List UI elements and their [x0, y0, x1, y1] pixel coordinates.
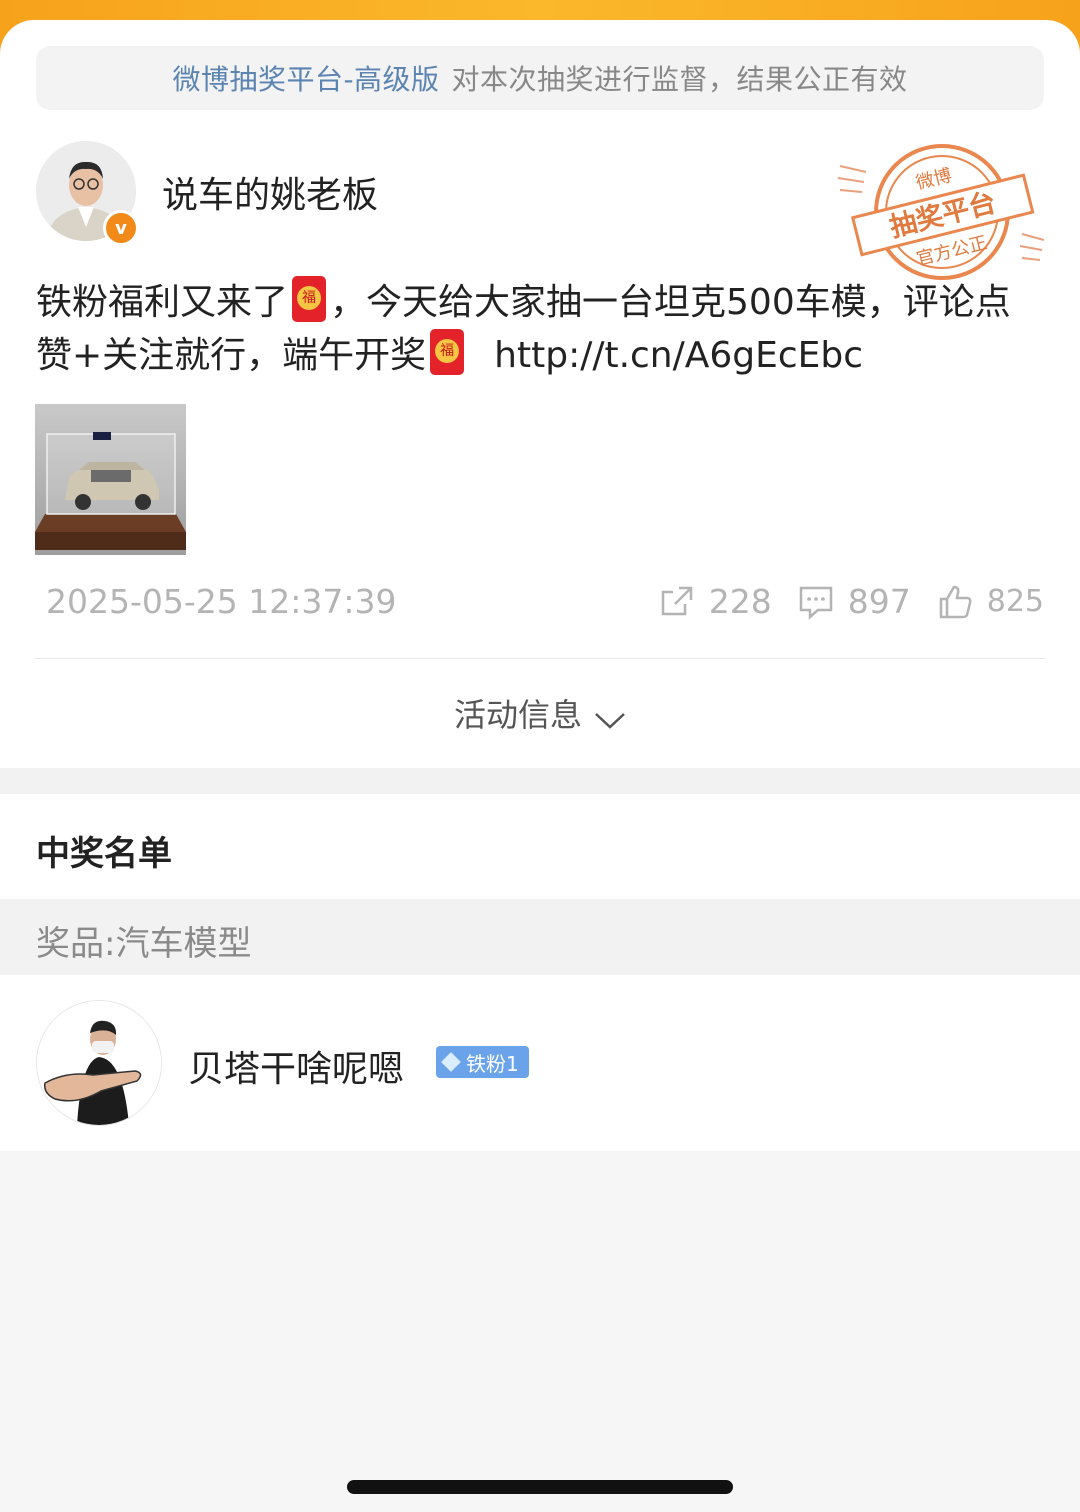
- repost-count[interactable]: 228: [709, 582, 772, 621]
- chevron-down-icon: [595, 713, 625, 729]
- winner-row[interactable]: [0, 975, 1080, 1151]
- like-icon[interactable]: [937, 584, 973, 620]
- winners-title: 中奖名单: [36, 834, 172, 874]
- stamp-top-text: 微博: [914, 165, 954, 194]
- post-link[interactable]: http://t.cn/A6gEcEbc: [494, 335, 863, 376]
- post-text: 铁粉福利又来了，今天给大家抽一台坦克500车模，评论点赞+关注就行，端午开奖ht…: [36, 276, 1046, 382]
- post-card: [0, 20, 1080, 768]
- lottery-notice: 微博抽奖平台-高级版 对本次抽奖进行监督，结果公正有效: [36, 46, 1044, 110]
- red-envelope-icon: [430, 329, 465, 375]
- post-timestamp: 2025-05-25 12:37:39: [46, 582, 397, 621]
- repost-icon[interactable]: [659, 584, 695, 620]
- fan-level-label: 铁粉1: [466, 1051, 519, 1076]
- prize-label: 奖品:汽车模型: [36, 924, 252, 964]
- comment-icon[interactable]: [798, 584, 834, 620]
- red-envelope-icon: [292, 276, 327, 322]
- fan-level-badge: 铁粉1: [436, 1046, 529, 1078]
- lottery-platform-link[interactable]: 微博抽奖平台-高级版: [172, 58, 439, 98]
- post-stats: 228 897 825: [659, 582, 1044, 621]
- comment-count[interactable]: 897: [848, 582, 911, 621]
- diamond-icon: [441, 1052, 461, 1072]
- like-count[interactable]: 825: [987, 584, 1044, 619]
- winner-name[interactable]: 贝塔干啥呢嗯: [188, 1040, 404, 1092]
- winner-avatar[interactable]: [36, 1000, 162, 1126]
- divider: [35, 658, 1045, 659]
- section-gap: [0, 768, 1080, 794]
- activity-info-label: 活动信息: [453, 696, 582, 734]
- notice-text: 对本次抽奖进行监督，结果公正有效: [451, 63, 908, 96]
- verified-badge: v: [103, 210, 139, 246]
- post-image-car-model[interactable]: [35, 404, 186, 555]
- activity-info-toggle[interactable]: 活动信息: [0, 690, 1080, 736]
- lottery-official-stamp: 抽奖平台 微博 官方公正: [837, 144, 1045, 280]
- author-name[interactable]: 说车的姚老板: [162, 166, 378, 218]
- home-indicator[interactable]: [347, 1480, 733, 1494]
- post-text-part1: 铁粉福利又来了: [36, 282, 289, 323]
